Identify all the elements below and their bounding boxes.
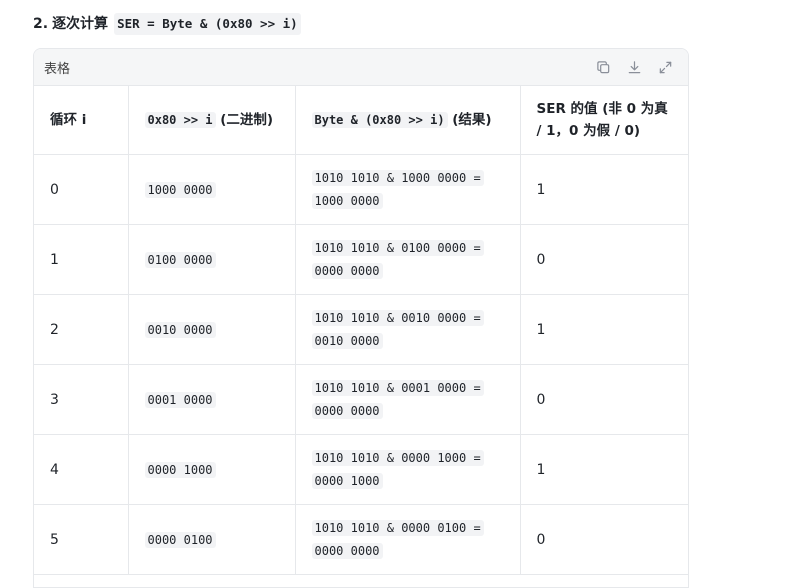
cell-ser: 1 [520, 294, 688, 365]
header-mask: 0x80 >> i (二进制) [128, 86, 296, 155]
download-icon[interactable] [626, 59, 643, 76]
section-code: SER = Byte & (0x80 >> i) [114, 13, 301, 35]
header-ser-value: SER 的值 (非 0 为真 / 1，0 为假 / 0) [520, 86, 688, 155]
cell-mask-code: 0100 0000 [144, 251, 216, 268]
cell-expr-code: 1010 1010 & 0000 0100 = 0000 0000 [311, 519, 484, 559]
cell-mask-code: 0000 1000 [144, 461, 216, 478]
cell-mask-code: 0000 0100 [144, 531, 216, 548]
table-card-header: 表格 [34, 49, 688, 86]
cell-expr: 1010 1010 & 0000 0100 = 0000 0000 [295, 504, 521, 575]
cell-i: 2 [34, 294, 129, 365]
cell-i: 1 [34, 224, 129, 295]
header-result: Byte & (0x80 >> i) (结果) [295, 86, 521, 155]
cell-mask: 0000 0100 [128, 504, 296, 575]
cell-mask: 1000 0000 [128, 154, 296, 225]
table-row: 3 0001 0000 1010 1010 & 0001 0000 = 0000… [34, 364, 688, 435]
cell-mask-code: 0010 0000 [144, 321, 216, 338]
cell-ser: 1 [520, 434, 688, 505]
header-result-text: (结果) [452, 112, 492, 128]
table-row: 0 1000 0000 1010 1010 & 1000 0000 = 1000… [34, 154, 688, 225]
cell-mask: 0001 0000 [128, 364, 296, 435]
cell-expr-code: 1010 1010 & 0100 0000 = 0000 0000 [311, 239, 484, 279]
cell-expr-code: 1010 1010 & 0010 0000 = 0010 0000 [311, 309, 484, 349]
cell-expr: 1010 1010 & 1000 0000 = 1000 0000 [295, 154, 521, 225]
header-result-code: Byte & (0x80 >> i) [311, 112, 448, 128]
cell-expr-code: 1010 1010 & 0001 0000 = 0000 0000 [311, 379, 484, 419]
cell-mask-code: 0001 0000 [144, 391, 216, 408]
table-card-title: 表格 [44, 61, 71, 77]
table-row: 1 0100 0000 1010 1010 & 0100 0000 = 0000… [34, 224, 688, 295]
cell-ser: 0 [520, 364, 688, 435]
cell-expr-code: 1010 1010 & 0000 1000 = 0000 1000 [311, 449, 484, 489]
expand-icon[interactable] [657, 59, 674, 76]
table-row: 4 0000 1000 1010 1010 & 0000 1000 = 0000… [34, 434, 688, 505]
cell-expr: 1010 1010 & 0100 0000 = 0000 0000 [295, 224, 521, 295]
section-number: 2. [33, 16, 49, 32]
cell-mask: 0000 1000 [128, 434, 296, 505]
cell-mask-code: 1000 0000 [144, 181, 216, 198]
cell-mask: 0010 0000 [128, 294, 296, 365]
section-heading: 2. 逐次计算 SER = Byte & (0x80 >> i) [33, 13, 301, 35]
cell-expr: 1010 1010 & 0010 0000 = 0010 0000 [295, 294, 521, 365]
cell-i: 0 [34, 154, 129, 225]
section-title: 逐次计算 [52, 16, 109, 32]
bitwise-table: 循环 i 0x80 >> i (二进制) Byte & (0x80 >> i) … [34, 86, 688, 575]
cell-i: 4 [34, 434, 129, 505]
cell-expr: 1010 1010 & 0001 0000 = 0000 0000 [295, 364, 521, 435]
table-header-row: 循环 i 0x80 >> i (二进制) Byte & (0x80 >> i) … [34, 86, 688, 155]
header-mask-text: (二进制) [220, 112, 274, 128]
cell-i: 3 [34, 364, 129, 435]
table-card: 表格 循环 i 0x80 >> i (二进制) Byte & (0x80 >> … [33, 48, 689, 588]
cell-expr-code: 1010 1010 & 1000 0000 = 1000 0000 [311, 169, 484, 209]
cell-expr: 1010 1010 & 0000 1000 = 0000 1000 [295, 434, 521, 505]
cell-ser: 0 [520, 224, 688, 295]
cell-i: 5 [34, 504, 129, 575]
header-loop-i: 循环 i [34, 86, 129, 155]
header-mask-code: 0x80 >> i [144, 112, 216, 128]
cell-ser: 0 [520, 504, 688, 575]
table-card-actions [595, 59, 674, 76]
cell-mask: 0100 0000 [128, 224, 296, 295]
table-row: 2 0010 0000 1010 1010 & 0010 0000 = 0010… [34, 294, 688, 365]
table-row: 5 0000 0100 1010 1010 & 0000 0100 = 0000… [34, 504, 688, 575]
cell-ser: 1 [520, 154, 688, 225]
copy-icon[interactable] [595, 59, 612, 76]
